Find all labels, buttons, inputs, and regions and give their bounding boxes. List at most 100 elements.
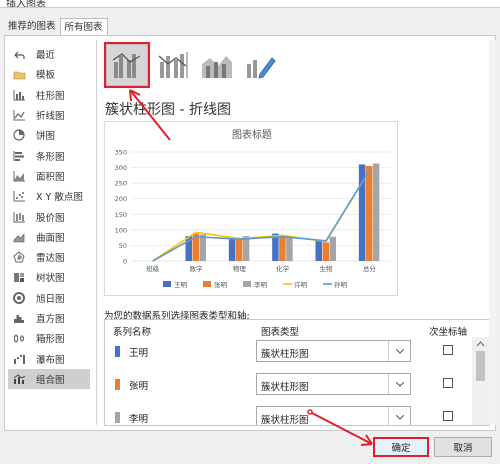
x-tick-label: 总分 [363, 264, 377, 273]
line-chart-icon [12, 109, 26, 121]
x-tick-label: 班级 [146, 264, 160, 273]
table-scrollbar[interactable] [472, 337, 489, 425]
sidebar-item-label: 曲面图 [36, 232, 65, 244]
x-tick-label: 物理 [233, 264, 247, 273]
x-tick-label: 化学 [276, 264, 290, 273]
chart-type-select[interactable]: 簇状柱形图 [256, 340, 411, 362]
sidebar-item-boxplot[interactable]: 箱形图 [8, 328, 90, 348]
x-tick-label: 数学 [190, 264, 204, 273]
sidebar-item-recent[interactable]: 最近 [8, 44, 90, 64]
sidebar-item-sunburst[interactable]: 旭日图 [8, 288, 90, 308]
bar [242, 236, 250, 261]
sidebar-item-area[interactable]: 面积图 [8, 166, 90, 186]
folder-icon [12, 68, 26, 80]
sidebar-item-scatter[interactable]: X Y 散点图 [8, 186, 90, 206]
combo-type-custom[interactable] [240, 44, 282, 86]
sidebar-item-label: 树状图 [36, 273, 65, 285]
sidebar-item-templates[interactable]: 模板 [8, 64, 90, 84]
series-color-swatch [115, 346, 120, 357]
sidebar-item-pie[interactable]: 饼图 [8, 125, 90, 145]
chart-title: 图表标题 [232, 128, 272, 141]
y-tick-label: 0 [123, 258, 127, 266]
cancel-button[interactable]: 取消 [434, 437, 492, 457]
treemap-icon [12, 271, 26, 283]
sidebar-item-label: X Y 散点图 [36, 192, 83, 204]
title-bar: 插入图表 [0, 0, 500, 8]
sidebar-divider [96, 40, 97, 425]
combo-type-stacked-area-column[interactable] [196, 44, 238, 86]
stock-chart-icon [12, 211, 26, 223]
secondary-axis-checkbox[interactable] [443, 378, 453, 388]
window-title: 插入图表 [6, 0, 46, 8]
sidebar-item-bar[interactable]: 条形图 [8, 145, 90, 165]
sidebar-item-label: 条形图 [36, 151, 65, 163]
sidebar-item-treemap[interactable]: 树状图 [8, 267, 90, 287]
pie-chart-icon [12, 129, 26, 141]
series-config-table: 系列名称 图表类型 次坐标轴 王明 簇状柱形图 张明 簇状柱形图 李明 簇状柱形… [104, 319, 490, 426]
sidebar-item-label: 柱形图 [36, 90, 65, 102]
sidebar-item-surface[interactable]: 曲面图 [8, 227, 90, 247]
sidebar-item-column[interactable]: 柱形图 [8, 85, 90, 105]
sidebar-item-label: 模板 [36, 70, 56, 82]
chevron-down-icon[interactable] [388, 341, 410, 361]
undo-icon [12, 48, 26, 60]
tab-all-charts[interactable]: 所有图表 [59, 18, 108, 35]
sidebar-item-label: 箱形图 [36, 334, 65, 346]
selection-highlight [104, 42, 150, 88]
sidebar-item-label: 组合图 [36, 374, 65, 386]
combo-type-column-line-secondary[interactable] [152, 44, 194, 86]
series-name: 张明 [129, 381, 149, 392]
series-name: 王明 [129, 348, 149, 359]
y-tick-label: 200 [115, 195, 127, 203]
chart-subtype-heading: 簇状柱形图 - 折线图 [105, 102, 231, 118]
legend-label: 孙明 [334, 280, 348, 289]
chart-preview: 图表标题 0 50 100 150 200 250 300 350 班级 数学 物理 化学 生物 总分 王明 张… [104, 121, 398, 296]
bar-chart-icon [12, 150, 26, 162]
secondary-axis-checkbox[interactable] [443, 411, 453, 421]
custom-combo-pencil-icon [247, 57, 276, 79]
legend-swatch [243, 281, 251, 287]
clustered-column-line-secondary-icon [158, 52, 188, 78]
bar [322, 242, 329, 261]
tab-bar: 推荐的图表 所有图表 [4, 18, 108, 36]
chart-type-select[interactable]: 簇状柱形图 [256, 373, 411, 395]
y-tick-label: 100 [115, 226, 127, 234]
sidebar-item-waterfall[interactable]: 瀑布图 [8, 348, 90, 368]
column-chart-icon [12, 89, 26, 101]
dialog-scrollbar[interactable] [489, 40, 496, 425]
series-name: 李明 [129, 414, 149, 425]
legend-label: 张明 [214, 280, 228, 289]
legend-label: 王明 [174, 281, 188, 289]
scroll-up-icon[interactable] [472, 339, 489, 349]
bar [329, 236, 336, 261]
sidebar-item-label: 最近 [36, 50, 56, 62]
bar [199, 234, 206, 261]
stacked-area-column-icon [202, 56, 232, 78]
secondary-axis-checkbox[interactable] [443, 345, 453, 355]
y-tick-label: 300 [115, 164, 127, 172]
tab-recommended[interactable]: 推荐的图表 [4, 18, 60, 35]
combo-chart-icon [12, 373, 26, 385]
series-color-swatch [115, 379, 120, 390]
chevron-down-icon[interactable] [388, 374, 410, 394]
legend-label: 许明 [294, 280, 308, 289]
sidebar-item-stock[interactable]: 股价图 [8, 206, 90, 226]
sidebar-item-radar[interactable]: 雷达图 [8, 247, 90, 267]
sidebar-item-label: 饼图 [36, 131, 56, 143]
chevron-down-icon[interactable] [388, 407, 410, 425]
sidebar-item-combo[interactable]: 组合图 [8, 368, 90, 390]
bar [279, 236, 286, 261]
chart-type-value: 簇状柱形图 [261, 415, 309, 426]
chart-type-value: 簇状柱形图 [261, 382, 309, 393]
sidebar-item-label: 瀑布图 [36, 354, 65, 366]
sidebar-item-line[interactable]: 折线图 [8, 105, 90, 125]
ok-button[interactable]: 确定 [373, 437, 429, 457]
radar-chart-icon [12, 251, 26, 263]
box-plot-icon [12, 332, 26, 344]
scrollbar-thumb[interactable] [476, 351, 485, 381]
sidebar-item-label: 直方图 [36, 314, 65, 325]
sidebar-item-histogram[interactable]: 直方图 [8, 308, 90, 328]
series-line [152, 170, 371, 262]
surface-chart-icon [12, 231, 26, 243]
chart-type-select[interactable]: 簇状柱形图 [256, 406, 411, 426]
